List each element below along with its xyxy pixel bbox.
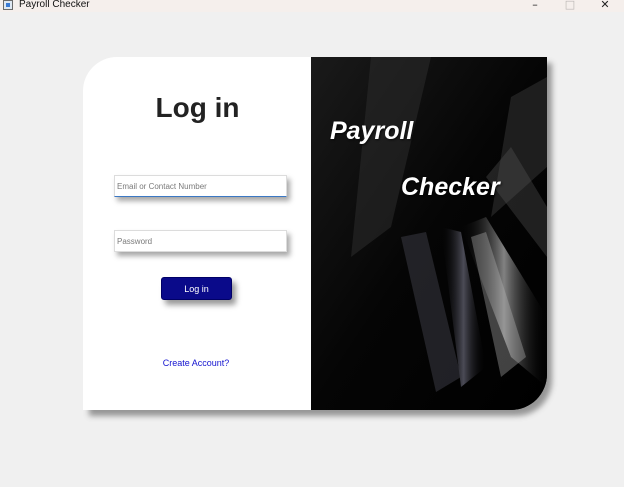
password-field[interactable] — [114, 230, 287, 252]
window-title: Payroll Checker — [19, 0, 90, 10]
password-input[interactable] — [115, 231, 286, 252]
login-button[interactable]: Log in — [161, 277, 232, 300]
email-field[interactable] — [114, 175, 287, 197]
title-bar: Payroll Checker – □ ✕ — [0, 0, 624, 12]
login-heading: Log in — [155, 92, 240, 123]
brand-title-line2: Checker — [401, 173, 500, 201]
minimize-button[interactable]: – — [520, 0, 550, 12]
close-button[interactable]: ✕ — [590, 0, 620, 12]
email-input[interactable] — [115, 176, 286, 197]
abstract-background-image — [311, 57, 547, 410]
create-account-link[interactable]: Create Account? — [83, 358, 309, 368]
maximize-button[interactable]: □ — [555, 0, 585, 12]
brand-panel — [311, 57, 547, 410]
brand-title-line1: Payroll — [330, 117, 414, 145]
app-window: Payroll Checker – □ ✕ Log in Email or Co… — [0, 0, 624, 487]
app-icon — [3, 0, 13, 10]
